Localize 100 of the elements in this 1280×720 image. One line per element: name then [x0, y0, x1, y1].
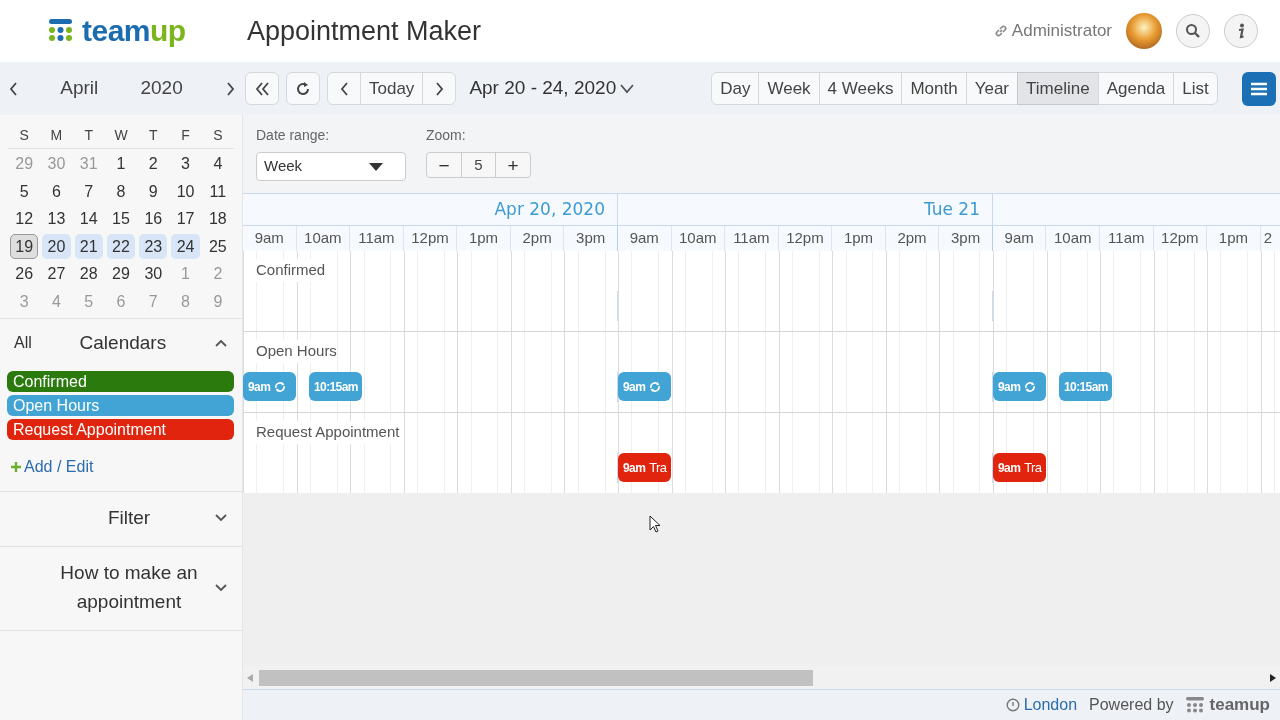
calendar-day[interactable]: 25	[203, 233, 232, 259]
month-label[interactable]: April	[60, 74, 99, 103]
hour-label: 2pm	[510, 226, 565, 251]
calendar-day[interactable]: 8	[106, 178, 136, 204]
calendar-day[interactable]: 12	[10, 206, 39, 232]
calendar-day[interactable]: 13	[42, 206, 71, 232]
hour-label: 10am	[1046, 226, 1100, 251]
info-button[interactable]	[1224, 14, 1258, 48]
timezone-link[interactable]: London	[1005, 693, 1078, 717]
calendar-day[interactable]: 26	[10, 261, 39, 287]
hour-label: 3pm	[939, 226, 993, 251]
calendar-day[interactable]: 27	[42, 261, 71, 287]
hour-label: 3pm	[564, 226, 618, 251]
hour-label: 12pm	[1153, 226, 1208, 251]
calendar-day[interactable]: 3	[171, 151, 200, 177]
repeat-icon	[1024, 380, 1037, 393]
view-tab[interactable]: Agenda	[1097, 72, 1175, 105]
hour-label: 9am	[243, 226, 297, 251]
hour-label: 1pm	[1207, 226, 1261, 251]
event-chip[interactable]: 9am Tra	[993, 453, 1046, 482]
next-month-button[interactable]	[225, 80, 235, 97]
calendar-day[interactable]: 28	[74, 261, 103, 287]
plus-icon	[11, 461, 21, 472]
calendar-day[interactable]: 16	[139, 206, 168, 232]
calendar-day[interactable]: 17	[171, 206, 200, 232]
calendar-tag[interactable]: Confirmed	[7, 370, 234, 392]
refresh-button[interactable]	[286, 72, 320, 105]
row-label: Confirmed	[256, 259, 326, 282]
calendar-day[interactable]: 2	[139, 151, 168, 177]
hour-label: 10am	[296, 226, 351, 251]
view-tab[interactable]: Timeline	[1017, 72, 1099, 105]
add-edit-link[interactable]: Add / Edit	[0, 448, 242, 491]
calendar-day[interactable]: 20	[42, 233, 71, 259]
today-button[interactable]: Today	[360, 72, 424, 105]
date-range-dropdown[interactable]: Apr 20 - 24, 2020	[463, 74, 641, 103]
calendar-day[interactable]: 18	[203, 206, 232, 232]
zoom-in-button[interactable]: +	[496, 153, 530, 177]
search-icon	[1185, 23, 1201, 39]
calendar-day[interactable]: 9	[139, 178, 168, 204]
collapse-toggle[interactable]	[214, 512, 228, 524]
jump-back-button[interactable]	[245, 72, 279, 105]
previous-button[interactable]	[327, 72, 361, 105]
calendar-day[interactable]: 7	[74, 178, 103, 204]
hour-label: 1pm	[832, 226, 886, 251]
calendar-day[interactable]: 23	[139, 233, 168, 259]
field-label: Date range:	[256, 126, 331, 145]
calendar-day[interactable]: 30	[139, 261, 168, 287]
calendar-day[interactable]: 14	[74, 206, 103, 232]
view-tab[interactable]: 4 Weeks	[818, 72, 903, 105]
search-button[interactable]	[1176, 14, 1210, 48]
menu-button[interactable]	[1242, 71, 1276, 106]
calendar-day[interactable]: 29	[106, 261, 136, 287]
collapse-toggle[interactable]	[214, 337, 228, 349]
view-tab[interactable]: Year	[965, 72, 1019, 105]
calendar-day[interactable]: 6	[42, 178, 71, 204]
next-button[interactable]	[422, 72, 457, 105]
logo-icon	[48, 19, 74, 43]
event-chip[interactable]: 9am Tra	[618, 453, 671, 482]
chevron-down-icon	[214, 582, 228, 593]
previous-month-button[interactable]	[8, 80, 18, 97]
calendar-day[interactable]: 4	[203, 151, 232, 177]
logo-icon	[1185, 697, 1206, 713]
hour-label: 2pm	[885, 226, 940, 251]
calendar-tag[interactable]: Request Appointment	[7, 418, 234, 440]
user-link[interactable]: Administrator	[993, 18, 1112, 44]
view-tab[interactable]: Day	[711, 72, 760, 105]
calendar-day[interactable]: 21	[74, 233, 103, 259]
hour-label: 12pm	[778, 226, 833, 251]
app-title: Appointment Maker	[246, 14, 482, 48]
collapse-toggle[interactable]	[214, 582, 228, 593]
weekday-label: T	[137, 121, 170, 149]
zoom-value: 5	[461, 153, 496, 177]
calendar-day[interactable]: 22	[106, 233, 136, 259]
calendar-day[interactable]: 1	[106, 151, 136, 177]
zoom-out-button[interactable]: −	[427, 153, 461, 177]
avatar-photo[interactable]	[1126, 13, 1162, 49]
scroll-right-icon	[1270, 673, 1276, 682]
year-label[interactable]: 2020	[140, 74, 183, 103]
calendar-day[interactable]: 19	[10, 233, 39, 259]
calendar-day[interactable]: 5	[10, 178, 39, 204]
calendar-day[interactable]: 10	[171, 178, 200, 204]
calendar-day[interactable]: 24	[171, 233, 200, 259]
info-icon	[1237, 23, 1245, 39]
view-tab[interactable]: Week	[758, 72, 820, 105]
caret-down-icon	[369, 162, 383, 171]
calendar-day[interactable]: 11	[203, 178, 232, 204]
calendar-day[interactable]: 15	[106, 206, 136, 232]
weekday-label: T	[72, 121, 105, 149]
all-link[interactable]: All	[14, 331, 32, 356]
chevron-right-icon	[434, 80, 445, 97]
pointer-cursor-icon	[649, 515, 661, 533]
hour-label: 11am	[1100, 226, 1154, 251]
field-label: Zoom:	[426, 126, 467, 145]
chevron-right-icon	[225, 80, 235, 97]
view-tab[interactable]: Month	[901, 72, 967, 105]
date-range-select[interactable]: Week	[256, 152, 406, 181]
brand-name: teamup	[1209, 694, 1270, 717]
powered-by-text: Powered by	[1089, 695, 1174, 715]
scrollbar-thumb[interactable]	[259, 669, 813, 686]
view-tab[interactable]: List	[1173, 72, 1218, 105]
